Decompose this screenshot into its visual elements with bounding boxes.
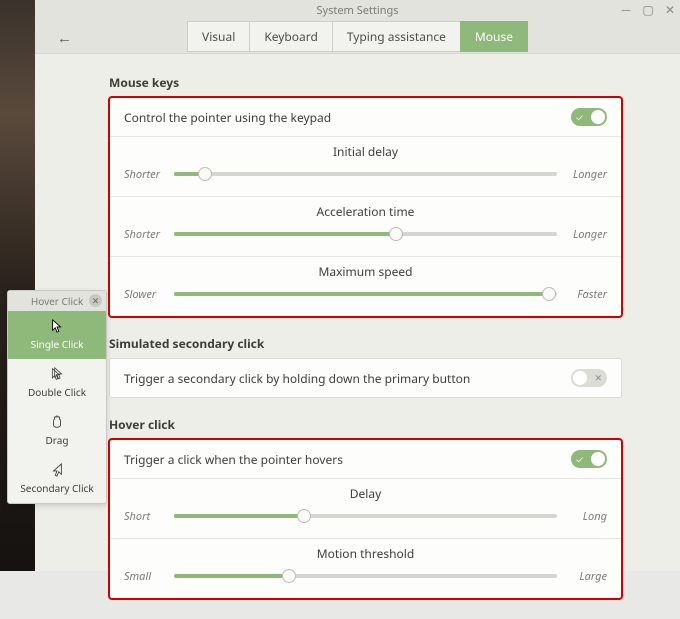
slider-right-label: Longer <box>563 227 607 242</box>
label-sim-secondary: Trigger a secondary click by holding dow… <box>124 370 470 387</box>
slider-title-initial-delay: Initial delay <box>124 143 607 160</box>
palette-item-label: Double Click <box>8 385 106 399</box>
slider-title-delay: Delay <box>124 485 607 502</box>
palette-item-single-click[interactable]: Single Click <box>8 311 106 359</box>
back-button[interactable]: ← <box>57 28 72 48</box>
slider-track-max-speed[interactable] <box>174 284 557 304</box>
row-control-pointer: Control the pointer using the keypad <box>110 98 621 136</box>
section-title-sim-secondary: Simulated secondary click <box>109 335 622 352</box>
palette-item-drag[interactable]: Drag <box>8 407 106 455</box>
palette-close-button[interactable]: ✕ <box>89 294 102 307</box>
minimize-button[interactable]: ─ <box>620 3 632 15</box>
label-control-pointer: Control the pointer using the keypad <box>124 109 331 126</box>
palette-item-label: Secondary Click <box>8 481 106 495</box>
section-title-hover-click: Hover click <box>109 416 622 433</box>
titlebar: System Settings ─ ▢ ✕ <box>35 0 680 20</box>
slider-right-label: Long <box>563 509 607 524</box>
hand-icon <box>8 413 106 431</box>
tab-mouse[interactable]: Mouse <box>460 21 528 52</box>
cursor-icon <box>8 317 106 335</box>
palette-item-double-click[interactable]: Double Click <box>8 359 106 407</box>
sim-secondary-card: Trigger a secondary click by holding dow… <box>109 358 622 398</box>
slider-left-label: Shorter <box>124 167 168 182</box>
row-hover-trigger: Trigger a click when the pointer hovers <box>110 440 621 478</box>
slider-acceleration: Acceleration time Shorter Longer <box>110 196 621 256</box>
palette-title: Hover Click <box>31 294 83 308</box>
window-title: System Settings <box>316 3 398 18</box>
slider-right-label: Longer <box>563 167 607 182</box>
slider-initial-delay: Initial delay Shorter Longer <box>110 136 621 196</box>
slider-left-label: Short <box>124 509 168 524</box>
slider-title-threshold: Motion threshold <box>124 545 607 562</box>
section-title-mouse-keys: Mouse keys <box>109 74 622 91</box>
slider-max-speed: Maximum speed Slower Faster <box>110 256 621 316</box>
toggle-control-pointer[interactable] <box>571 108 607 126</box>
close-button[interactable]: ✕ <box>664 3 676 15</box>
mouse-keys-card: Control the pointer using the keypad Ini… <box>109 97 622 317</box>
palette-item-label: Drag <box>8 433 106 447</box>
slider-track-delay[interactable] <box>174 506 557 526</box>
cursor-right-icon <box>8 461 106 479</box>
slider-left-label: Slower <box>124 287 168 302</box>
hover-click-card: Trigger a click when the pointer hovers … <box>109 439 622 599</box>
slider-track-acceleration[interactable] <box>174 224 557 244</box>
palette-item-secondary-click[interactable]: Secondary Click <box>8 455 106 503</box>
slider-threshold: Motion threshold Small Large <box>110 538 621 598</box>
slider-left-label: Shorter <box>124 227 168 242</box>
slider-title-acceleration: Acceleration time <box>124 203 607 220</box>
slider-right-label: Faster <box>563 287 607 302</box>
toggle-sim-secondary[interactable] <box>571 369 607 387</box>
content-area: Mouse keys Control the pointer using the… <box>35 54 680 619</box>
slider-track-initial-delay[interactable] <box>174 164 557 184</box>
settings-window: System Settings ─ ▢ ✕ ← Visual Keyboard … <box>35 0 680 571</box>
palette-item-label: Single Click <box>8 337 106 351</box>
slider-delay: Delay Short Long <box>110 478 621 538</box>
maximize-button[interactable]: ▢ <box>642 3 654 15</box>
tabbar: ← Visual Keyboard Typing assistance Mous… <box>35 20 680 54</box>
row-sim-secondary: Trigger a secondary click by holding dow… <box>110 359 621 397</box>
label-hover-trigger: Trigger a click when the pointer hovers <box>124 451 343 468</box>
window-controls: ─ ▢ ✕ <box>620 3 676 15</box>
toggle-hover-trigger[interactable] <box>571 450 607 468</box>
tab-group: Visual Keyboard Typing assistance Mouse <box>187 21 528 52</box>
palette-titlebar: Hover Click ✕ <box>8 291 106 311</box>
hover-click-palette: Hover Click ✕ Single Click Double Click … <box>7 290 107 504</box>
slider-track-threshold[interactable] <box>174 566 557 586</box>
tab-typing-assistance[interactable]: Typing assistance <box>332 21 460 52</box>
tab-keyboard[interactable]: Keyboard <box>249 21 332 52</box>
cursor-double-icon <box>8 365 106 383</box>
tab-visual[interactable]: Visual <box>187 21 249 52</box>
slider-title-max-speed: Maximum speed <box>124 263 607 280</box>
